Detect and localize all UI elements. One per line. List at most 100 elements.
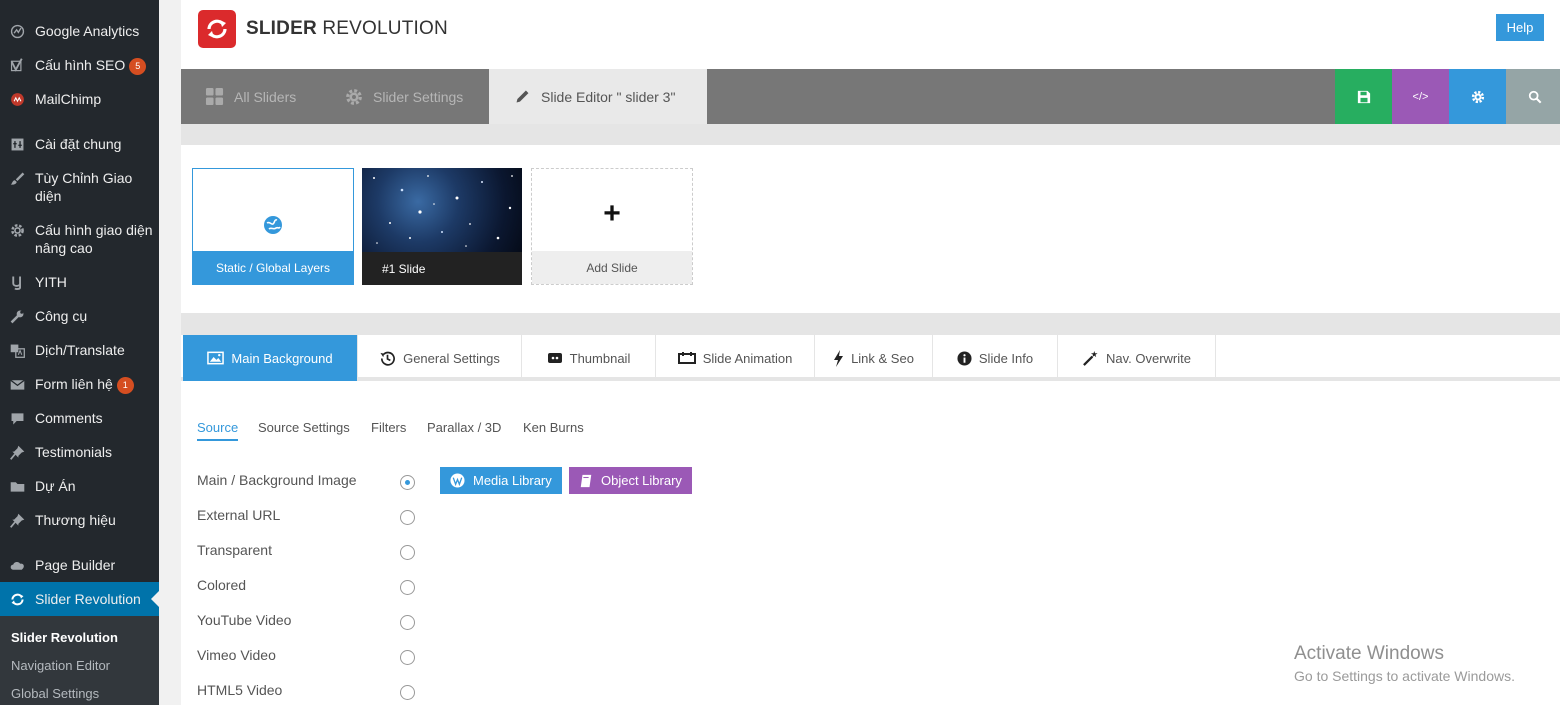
sidebar-item-tools[interactable]: Công cụ — [0, 307, 159, 325]
page-header: SLIDER REVOLUTION Help — [181, 0, 1560, 69]
wrench-icon — [7, 307, 27, 325]
globe-icon — [264, 216, 282, 234]
settings-button[interactable] — [1449, 69, 1506, 124]
submenu-item-navigation-editor[interactable]: Navigation Editor — [11, 658, 110, 673]
mail-icon — [7, 375, 27, 393]
update-count-badge: 1 — [116, 376, 134, 394]
tab-slide-info[interactable]: Slide Info — [933, 335, 1058, 381]
add-slide-card[interactable]: + Add Slide — [531, 168, 693, 285]
radio-main-image[interactable] — [400, 475, 415, 490]
sidebar-submenu: Slider Revolution Navigation Editor Glob… — [0, 616, 159, 705]
static-layers-card[interactable]: Static / Global Layers — [192, 168, 354, 285]
pin-icon — [7, 443, 27, 461]
slider-revolution-logo — [198, 10, 236, 48]
sidebar-item-advanced-theme[interactable]: Cấu hình giao diện nâng cao — [0, 221, 159, 257]
code-button[interactable]: </> — [1392, 69, 1449, 124]
watermark-subtitle: Go to Settings to activate Windows. — [1294, 668, 1515, 684]
slide-1-card[interactable]: #1 Slide — [362, 168, 522, 285]
slides-list: Static / Global Layers #1 Slide + Add Sl… — [181, 145, 1560, 313]
divider-band — [181, 124, 1560, 145]
sidebar-item-comments[interactable]: Comments — [0, 409, 159, 427]
sidebar-item-projects[interactable]: Dự Án — [0, 477, 159, 495]
sidebar-item-mailchimp[interactable]: MailChimp — [0, 90, 159, 108]
tab-slider-settings[interactable]: Slider Settings — [345, 69, 463, 124]
static-layers-label: Static / Global Layers — [193, 251, 353, 284]
sidebar-item-testimonials[interactable]: Testimonials — [0, 443, 159, 461]
source-label-html5: HTML5 Video — [197, 682, 283, 698]
radio-youtube[interactable] — [400, 615, 415, 630]
lightning-icon — [834, 349, 844, 367]
watermark-title: Activate Windows — [1294, 643, 1444, 664]
thumbnail-icon — [547, 353, 562, 363]
settings-tab-bar: Main Background General Settings Thumbna… — [181, 335, 1560, 381]
save-slide-button[interactable] — [1335, 69, 1392, 124]
sidebar-item-google-analytics[interactable]: Google Analytics — [0, 22, 159, 40]
gear-icon — [346, 88, 362, 105]
gear-icon — [7, 221, 27, 239]
submenu-item-slider-revolution[interactable]: Slider Revolution — [11, 630, 118, 645]
search-button[interactable] — [1506, 69, 1560, 124]
object-library-button[interactable]: Object Library — [569, 467, 692, 494]
sidebar-item-page-builder[interactable]: Page Builder — [0, 556, 159, 574]
source-label-transparent: Transparent — [197, 542, 272, 558]
yith-icon — [7, 273, 27, 291]
radio-html5[interactable] — [400, 685, 415, 700]
subtab-ken-burns[interactable]: Ken Burns — [523, 420, 584, 439]
subtab-source[interactable]: Source — [197, 420, 239, 441]
refresh-icon — [7, 590, 27, 608]
tab-all-sliders[interactable]: All Sliders — [205, 69, 296, 124]
translate-icon — [7, 341, 27, 359]
submenu-item-global-settings[interactable]: Global Settings — [11, 686, 99, 701]
comment-icon — [7, 409, 27, 427]
sidebar-item-label: Form liên hệ — [35, 376, 113, 392]
source-label-external-url: External URL — [197, 507, 281, 523]
sidebar-item-translate[interactable]: Dịch/Translate — [0, 341, 159, 359]
slide-thumbnail-image — [362, 168, 522, 252]
yoast-icon — [7, 56, 27, 74]
tab-thumbnail[interactable]: Thumbnail — [522, 335, 656, 381]
starfield-thumbnail — [373, 175, 513, 247]
tab-nav-overwrite[interactable]: Nav. Overwrite — [1058, 335, 1216, 381]
analytics-icon — [7, 22, 27, 40]
grid-icon — [205, 87, 224, 106]
pencil-icon — [516, 90, 529, 103]
tab-main-background[interactable]: Main Background — [183, 335, 358, 381]
tab-slide-editor[interactable]: Slide Editor " slider 3" — [489, 69, 707, 124]
subtab-filters[interactable]: Filters — [371, 420, 406, 439]
sidebar-item-seo[interactable]: Cấu hình SEO 5 — [0, 56, 159, 75]
sidebar-item-brands[interactable]: Thương hiệu — [0, 511, 159, 529]
settings-icon — [7, 135, 27, 153]
radio-transparent[interactable] — [400, 545, 415, 560]
search-icon — [1528, 90, 1541, 103]
radio-external-url[interactable] — [400, 510, 415, 525]
book-icon — [580, 474, 592, 487]
slider-tab-bar: All Sliders Slider Settings Slide Editor… — [181, 69, 1560, 124]
help-button[interactable]: Help — [1496, 14, 1544, 41]
sidebar-item-contact-form[interactable]: Form liên hệ 1 — [0, 375, 159, 394]
sidebar-item-general-settings[interactable]: Cài đặt chung — [0, 135, 159, 153]
history-icon — [380, 351, 396, 366]
add-slide-label: Add Slide — [532, 251, 692, 284]
animation-icon — [677, 352, 696, 364]
folder-icon — [7, 477, 27, 495]
gear-icon — [1471, 90, 1484, 103]
sidebar-item-slider-revolution[interactable]: Slider Revolution — [0, 582, 159, 616]
subtab-parallax-3d[interactable]: Parallax / 3D — [427, 420, 501, 439]
source-label-main-image: Main / Background Image — [197, 472, 357, 488]
admin-sidebar: Google Analytics Cấu hình SEO 5 MailChimp… — [0, 0, 159, 705]
radio-colored[interactable] — [400, 580, 415, 595]
radio-vimeo[interactable] — [400, 650, 415, 665]
source-label-youtube: YouTube Video — [197, 612, 292, 628]
sidebar-item-label: Cấu hình SEO — [35, 57, 126, 73]
slide-1-label: #1 Slide — [362, 252, 522, 285]
tab-link-seo[interactable]: Link & Seo — [815, 335, 933, 381]
tab-general-settings[interactable]: General Settings — [358, 335, 522, 381]
update-count-badge: 5 — [129, 57, 147, 75]
pin-icon — [7, 511, 27, 529]
divider-band — [181, 313, 1560, 335]
media-library-button[interactable]: Media Library — [440, 467, 562, 494]
tab-slide-animation[interactable]: Slide Animation — [656, 335, 815, 381]
subtab-source-settings[interactable]: Source Settings — [258, 420, 350, 439]
sidebar-item-yith[interactable]: YITH — [0, 273, 159, 291]
sidebar-item-customize[interactable]: Tùy Chỉnh Giao diện — [0, 169, 159, 205]
